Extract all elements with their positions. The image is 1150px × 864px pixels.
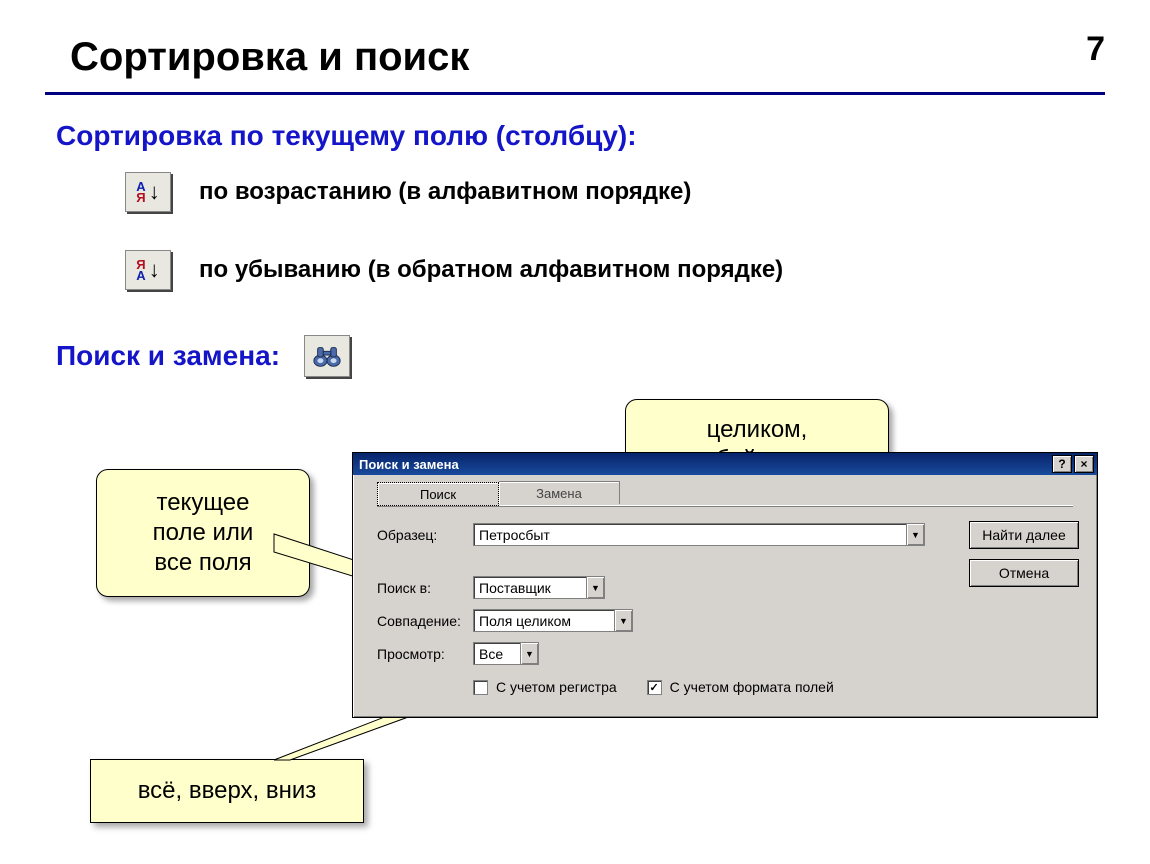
help-button[interactable]: ? bbox=[1052, 455, 1072, 473]
page-title: Сортировка и поиск bbox=[70, 35, 469, 80]
button-find-next[interactable]: Найти далее bbox=[969, 521, 1079, 549]
label-match: Совпадение: bbox=[377, 613, 473, 629]
checkbox-format-label: С учетом формата полей bbox=[670, 679, 834, 695]
checkbox-format[interactable]: ✓ bbox=[647, 680, 662, 695]
callout-field-scope-text: текущее поле или все поля bbox=[153, 488, 254, 578]
select-match-value: Поля целиком bbox=[474, 613, 614, 629]
page-number: 7 bbox=[1086, 30, 1105, 69]
sort-descending-icon[interactable]: ЯА ↓ bbox=[125, 250, 171, 290]
section-find-label: Поиск и замена: bbox=[56, 340, 280, 372]
row-look: Просмотр: Все ▼ bbox=[377, 642, 1097, 665]
callout-direction-text: всё, вверх, вниз bbox=[138, 776, 317, 806]
row-match: Совпадение: Поля целиком ▼ bbox=[377, 609, 1097, 632]
dropdown-icon[interactable]: ▼ bbox=[614, 610, 632, 631]
section-find-heading: Поиск и замена: bbox=[56, 335, 350, 377]
label-sample: Образец: bbox=[377, 527, 473, 543]
sort-ascending-icon[interactable]: АЯ ↓ bbox=[125, 172, 171, 212]
tab-find[interactable]: Поиск bbox=[377, 482, 499, 506]
input-sample-value: Петросбыт bbox=[474, 527, 906, 543]
dialog-titlebar: Поиск и замена ? × bbox=[353, 453, 1097, 475]
sort-ascending-row: АЯ ↓ по возрастанию (в алфавитном порядк… bbox=[125, 172, 691, 212]
input-sample[interactable]: Петросбыт ▼ bbox=[473, 523, 925, 546]
row-checks: С учетом регистра ✓ С учетом формата пол… bbox=[473, 679, 1097, 695]
callout-direction: всё, вверх, вниз bbox=[90, 759, 364, 823]
checkbox-case[interactable] bbox=[473, 680, 488, 695]
binoculars-icon[interactable] bbox=[304, 335, 350, 377]
dropdown-icon[interactable]: ▼ bbox=[586, 577, 604, 598]
dropdown-icon[interactable]: ▼ bbox=[520, 643, 538, 664]
close-button[interactable]: × bbox=[1074, 455, 1094, 473]
label-search-in: Поиск в: bbox=[377, 580, 473, 596]
button-cancel[interactable]: Отмена bbox=[969, 559, 1079, 587]
select-search-in-value: Поставщик bbox=[474, 580, 586, 596]
select-search-in[interactable]: Поставщик ▼ bbox=[473, 576, 605, 599]
select-look-value: Все bbox=[474, 646, 520, 662]
tab-replace[interactable]: Замена bbox=[499, 481, 620, 504]
dropdown-icon[interactable]: ▼ bbox=[906, 524, 924, 545]
sort-descending-row: ЯА ↓ по убыванию (в обратном алфавитном … bbox=[125, 250, 783, 290]
title-divider bbox=[45, 92, 1105, 95]
section-sort-heading: Сортировка по текущему полю (столбцу): bbox=[56, 120, 637, 152]
checkbox-case-label: С учетом регистра bbox=[496, 679, 617, 695]
find-replace-dialog: Поиск и замена ? × Поиск Замена Образец:… bbox=[352, 452, 1098, 718]
sort-ascending-label: по возрастанию (в алфавитном порядке) bbox=[199, 178, 691, 206]
sort-descending-label: по убыванию (в обратном алфавитном поряд… bbox=[199, 256, 783, 284]
select-match[interactable]: Поля целиком ▼ bbox=[473, 609, 633, 632]
dialog-title: Поиск и замена bbox=[359, 457, 459, 472]
select-look[interactable]: Все ▼ bbox=[473, 642, 539, 665]
dialog-tabs: Поиск Замена bbox=[377, 481, 1097, 505]
label-look: Просмотр: bbox=[377, 646, 473, 662]
